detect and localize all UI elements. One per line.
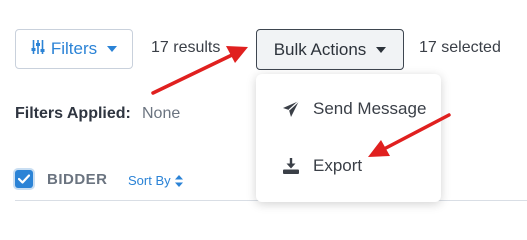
sort-by-label: Sort By — [128, 173, 171, 188]
checkmark-icon — [18, 174, 30, 184]
filters-applied-value: None — [142, 105, 181, 122]
menu-item-export[interactable]: Export — [256, 146, 441, 186]
bulk-actions-label: Bulk Actions — [273, 39, 367, 59]
sort-by-button[interactable]: Sort By — [128, 173, 183, 188]
download-icon — [282, 157, 300, 175]
sort-icon — [174, 174, 183, 187]
column-header-bidder: BIDDER — [47, 171, 108, 188]
chevron-down-icon — [376, 46, 387, 53]
results-count: 17 results — [151, 39, 221, 56]
sliders-icon — [31, 39, 45, 60]
menu-item-label: Export — [313, 156, 363, 175]
menu-item-send-message[interactable]: Send Message — [256, 89, 441, 129]
chevron-down-icon — [107, 46, 118, 52]
paper-plane-icon — [282, 100, 300, 118]
filters-button-label: Filters — [50, 39, 98, 58]
filters-button[interactable]: Filters — [15, 29, 133, 69]
select-all-checkbox[interactable] — [15, 170, 33, 188]
bulk-actions-button[interactable]: Bulk Actions — [256, 29, 404, 70]
menu-item-label: Send Message — [313, 99, 427, 118]
bulk-actions-menu: Send Message Export — [256, 74, 441, 202]
filters-applied-label: Filters Applied: — [15, 105, 131, 122]
selected-count: 17 selected — [419, 39, 501, 56]
